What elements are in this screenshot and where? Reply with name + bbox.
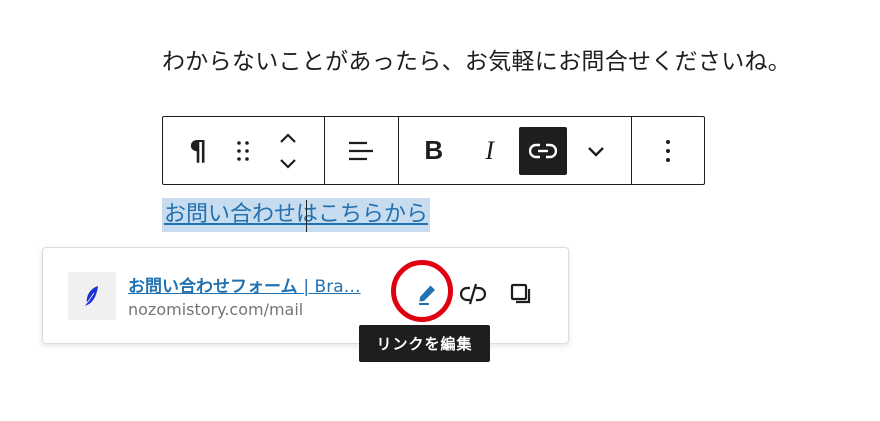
edit-icon[interactable] <box>409 276 445 312</box>
editor-canvas: わからないことがあったら、お気軽にお問合せくださいね。 ¶ B I お問い合わせ… <box>0 0 880 421</box>
bold-glyph: B <box>424 135 444 165</box>
selected-link-text[interactable]: お問い合わせはこちらから <box>162 198 431 232</box>
tooltip-text: リンクを編集 <box>376 335 473 353</box>
edit-link-tooltip: リンクを編集 <box>359 325 490 362</box>
drag-handle-icon[interactable] <box>233 127 253 175</box>
paragraph-icon[interactable]: ¶ <box>163 127 233 175</box>
paragraph-glyph: ¶ <box>189 134 207 167</box>
italic-icon[interactable]: I <box>469 127 511 175</box>
block-toolbar: ¶ B I <box>162 116 705 185</box>
italic-glyph: I <box>485 135 495 165</box>
link-url: nozomistory.com/mail <box>128 300 304 319</box>
align-left-icon[interactable] <box>325 127 398 175</box>
link-title[interactable]: お問い合わせフォーム | Bra… <box>128 272 383 297</box>
link-title-text: お問い合わせフォーム <box>128 277 298 297</box>
formatting-group: B I <box>399 117 632 184</box>
options-group <box>632 117 704 184</box>
block-controls-group: ¶ <box>163 117 325 184</box>
more-options-icon[interactable] <box>632 127 704 175</box>
alignment-group <box>325 117 399 184</box>
link-title-suffix: | Bra… <box>303 277 361 297</box>
text-caret <box>306 200 307 232</box>
bold-icon[interactable]: B <box>399 127 469 175</box>
link-icon[interactable] <box>518 126 567 175</box>
chevron-down-icon[interactable] <box>567 127 625 175</box>
unlink-icon[interactable] <box>455 276 491 312</box>
move-up-down-icon[interactable] <box>253 127 323 175</box>
copy-icon[interactable] <box>503 276 539 312</box>
paragraph-text[interactable]: わからないことがあったら、お気軽にお問合せくださいね。 <box>162 42 791 76</box>
feather-icon <box>68 272 116 320</box>
